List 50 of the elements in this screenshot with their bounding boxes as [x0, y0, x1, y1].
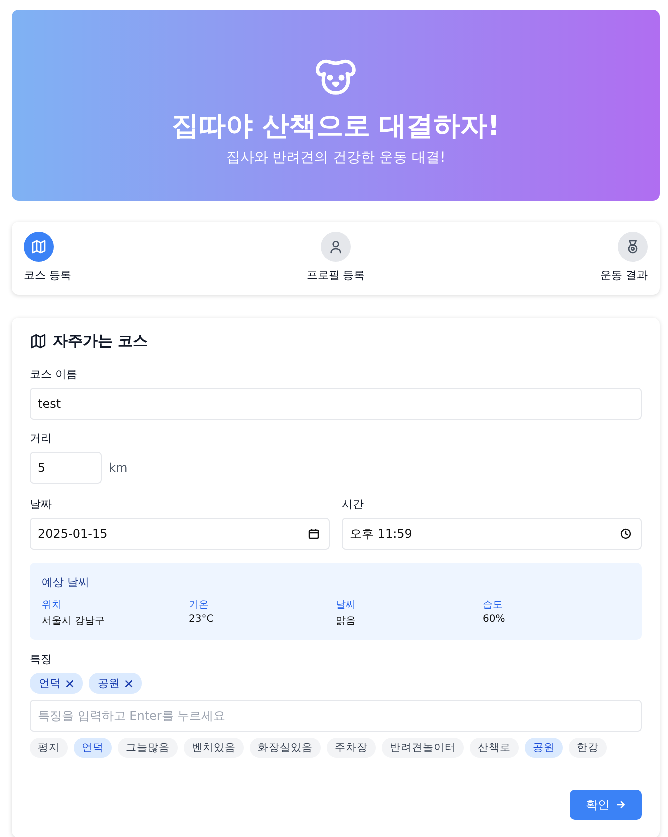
clock-icon[interactable] — [620, 528, 632, 540]
weather-label: 날씨 — [336, 599, 357, 612]
feature-chip[interactable]: 언덕 — [74, 738, 112, 758]
course-name-field[interactable]: test — [30, 388, 642, 420]
feature-chip[interactable]: 주차장 — [327, 738, 376, 758]
calendar-icon[interactable] — [308, 528, 320, 540]
step-label: 프로필 등록 — [306, 268, 366, 283]
remove-icon[interactable] — [125, 680, 133, 688]
field-label: 날짜 — [30, 497, 53, 512]
field-label: 코스 이름 — [30, 367, 78, 382]
time-field[interactable]: 오후 11:59 — [342, 518, 642, 550]
weather-label: 기온 — [189, 599, 210, 612]
feature-tag: 공원 — [89, 673, 142, 694]
feature-chip[interactable]: 공원 — [525, 738, 563, 758]
weather-value: 서울시 강남구 — [42, 615, 106, 628]
distance-field[interactable]: 5 — [30, 452, 102, 484]
weather-value: 23°C — [189, 614, 215, 625]
page-subtitle: 집사와 반려견의 건강한 운동 대결! — [226, 149, 446, 167]
field-label: 특징 — [30, 652, 53, 667]
unit-label: km — [109, 461, 128, 475]
feature-chip[interactable]: 한강 — [569, 738, 607, 758]
step-label: 운동 결과 — [600, 268, 648, 283]
step-button[interactable] — [321, 232, 351, 262]
map-icon — [30, 333, 47, 350]
feature-chip[interactable]: 화장실있음 — [250, 738, 321, 758]
field-label: 거리 — [30, 431, 53, 446]
step-button[interactable] — [24, 232, 54, 262]
feature-chip[interactable]: 그늘많음 — [118, 738, 178, 758]
confirm-button[interactable]: 확인 — [570, 790, 642, 820]
page-title: 집따야 산책으로 대결하자! — [172, 110, 500, 144]
map-icon — [31, 239, 47, 255]
feature-chip[interactable]: 벤치있음 — [184, 738, 244, 758]
weather-value: 맑음 — [336, 615, 357, 628]
weather-value: 60% — [483, 614, 506, 625]
date-field[interactable]: 2025-01-15 — [30, 518, 330, 550]
weather-label: 위치 — [42, 599, 63, 612]
weather-title: 예상 날씨 — [42, 575, 90, 590]
step-button[interactable] — [618, 232, 648, 262]
step-label: 코스 등록 — [24, 268, 72, 283]
arrow-right-icon — [616, 800, 626, 810]
feature-chip[interactable]: 반려견놀이터 — [382, 738, 464, 758]
feature-input[interactable]: 특징을 입력하고 Enter를 누르세요 — [30, 700, 642, 732]
person-icon — [328, 239, 344, 255]
field-label: 시간 — [342, 497, 365, 512]
feature-tag: 언덕 — [30, 673, 83, 694]
remove-icon[interactable] — [66, 680, 74, 688]
weather-label: 습도 — [483, 599, 504, 612]
feature-chip[interactable]: 평지 — [30, 738, 68, 758]
feature-chip[interactable]: 산책로 — [470, 738, 519, 758]
section-title: 자주가는 코스 — [53, 332, 148, 351]
